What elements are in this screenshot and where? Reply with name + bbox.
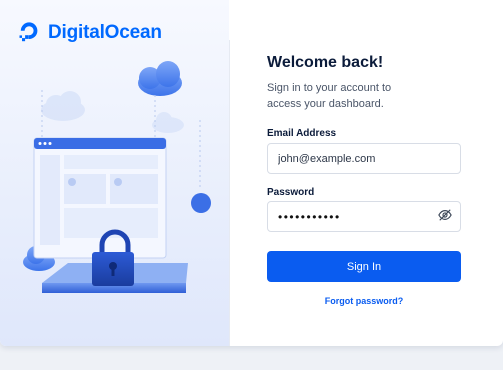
cloud-icon (138, 61, 182, 96)
password-label: Password (267, 187, 315, 198)
login-card: DigitalOcean Welcome back! Sign in to yo… (0, 0, 503, 346)
panel-divider (229, 40, 230, 346)
cloud-icon (152, 112, 184, 133)
forgot-password-link[interactable]: Forgot password? (267, 296, 461, 306)
brand-name: DigitalOcean (48, 22, 162, 43)
eye-off-icon[interactable] (437, 207, 453, 223)
login-illustration (23, 61, 211, 293)
page-subtitle: Sign in to your account to access your d… (267, 82, 392, 110)
page-title: Welcome back! (267, 54, 384, 71)
digitalocean-logo-icon (16, 18, 42, 49)
sign-in-button[interactable]: Sign In (267, 251, 461, 282)
cloud-icon (41, 91, 85, 121)
brand-logo[interactable]: DigitalOcean (16, 18, 162, 48)
email-label: Email Address (267, 128, 337, 139)
balloon-icon (191, 193, 211, 213)
email-field[interactable] (267, 143, 461, 174)
browser-window-icon (33, 137, 167, 259)
password-field[interactable] (267, 201, 461, 232)
illustration-panel: DigitalOcean (0, 0, 229, 346)
